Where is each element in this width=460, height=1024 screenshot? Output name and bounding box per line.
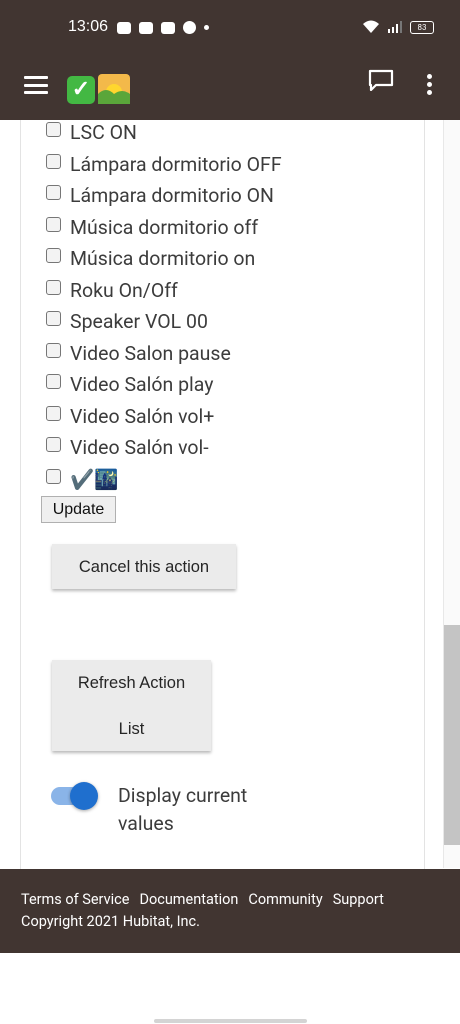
refresh-label-line2: List (118, 720, 145, 738)
checkbox[interactable] (46, 342, 61, 358)
terms-link[interactable]: Terms of Service (21, 891, 129, 908)
action-label: Lámpara dormitorio ON (70, 183, 274, 207)
wifi-icon (363, 20, 379, 33)
copyright: Copyright 2021 Hubitat, Inc. (21, 913, 200, 930)
action-label: ✔️🌃 (70, 467, 119, 491)
refresh-action-list-button[interactable]: Refresh Action List (52, 660, 211, 751)
list-item[interactable]: LSC ON (46, 118, 137, 146)
refresh-label-line1: Refresh Action (77, 674, 186, 692)
checkbox[interactable] (46, 373, 61, 389)
checkbox[interactable] (46, 436, 61, 452)
more-options-icon[interactable] (427, 74, 433, 95)
list-item[interactable]: Video Salón play (46, 370, 214, 398)
cancel-action-button[interactable]: Cancel this action (52, 544, 236, 589)
list-item[interactable]: ✔️🌃 (46, 465, 119, 493)
toggle-label: Display current values (118, 782, 278, 838)
action-label: Video Salón play (70, 372, 214, 396)
checkbox[interactable] (46, 405, 61, 421)
action-label: Video Salon pause (70, 341, 231, 365)
checkbox[interactable] (46, 216, 61, 232)
action-label: Video Salón vol+ (70, 404, 215, 428)
toggle-label-line1: Display current (118, 784, 248, 807)
list-item[interactable]: Música dormitorio off (46, 213, 258, 241)
action-label: Roku On/Off (70, 278, 178, 302)
checkbox[interactable] (46, 247, 61, 263)
status-bar: 13:06 83 (0, 0, 460, 50)
sunrise-icon (98, 74, 130, 104)
list-item[interactable]: Video Salón vol+ (46, 402, 214, 430)
checkbox[interactable] (46, 184, 61, 200)
system-icons: 83 (362, 20, 434, 34)
menu-icon[interactable] (24, 76, 48, 94)
home-indicator[interactable] (154, 1019, 307, 1023)
documentation-link[interactable]: Documentation (139, 891, 238, 908)
footer: Terms of Service Documentation Community… (0, 869, 460, 953)
checkbox[interactable] (46, 279, 61, 295)
action-label: Música dormitorio on (70, 246, 256, 270)
footer-links: Terms of Service Documentation Community… (21, 891, 384, 908)
signal-icon (388, 21, 402, 33)
toggle-knob[interactable] (70, 782, 98, 810)
list-item[interactable]: Roku On/Off (46, 276, 178, 304)
chrome-icon (183, 21, 196, 34)
check-mark-icon: ✓ (67, 76, 95, 104)
checkbox[interactable] (46, 153, 61, 169)
scrollbar-thumb[interactable] (444, 625, 460, 845)
twitch-icon (139, 21, 153, 34)
notification-icons (117, 21, 209, 34)
community-link[interactable]: Community (248, 891, 322, 908)
action-label: Video Salón vol- (70, 435, 209, 459)
status-time: 13:06 (68, 18, 109, 35)
action-label: Lámpara dormitorio OFF (70, 152, 282, 176)
update-button[interactable]: Update (41, 496, 116, 523)
list-item[interactable]: Video Salón vol- (46, 433, 209, 461)
action-label: Speaker VOL 00 (70, 309, 208, 333)
support-link[interactable]: Support (333, 891, 384, 908)
list-item[interactable]: Lámpara dormitorio OFF (46, 150, 282, 178)
more-notifications-icon (204, 25, 209, 30)
toggle-label-line2: values (118, 812, 174, 835)
list-item[interactable]: Video Salon pause (46, 339, 231, 367)
chat-icon[interactable] (368, 69, 394, 91)
shield-icon (161, 21, 175, 34)
checkbox[interactable] (46, 121, 61, 137)
list-item[interactable]: Música dormitorio on (46, 244, 255, 272)
action-label: Música dormitorio off (70, 215, 259, 239)
battery-icon: 83 (410, 20, 434, 34)
action-label: LSC ON (70, 120, 137, 144)
youtube-icon (117, 21, 131, 34)
checkbox[interactable] (46, 468, 61, 484)
list-item[interactable]: Lámpara dormitorio ON (46, 181, 274, 209)
checkbox[interactable] (46, 310, 61, 326)
list-item[interactable]: Speaker VOL 00 (46, 307, 208, 335)
